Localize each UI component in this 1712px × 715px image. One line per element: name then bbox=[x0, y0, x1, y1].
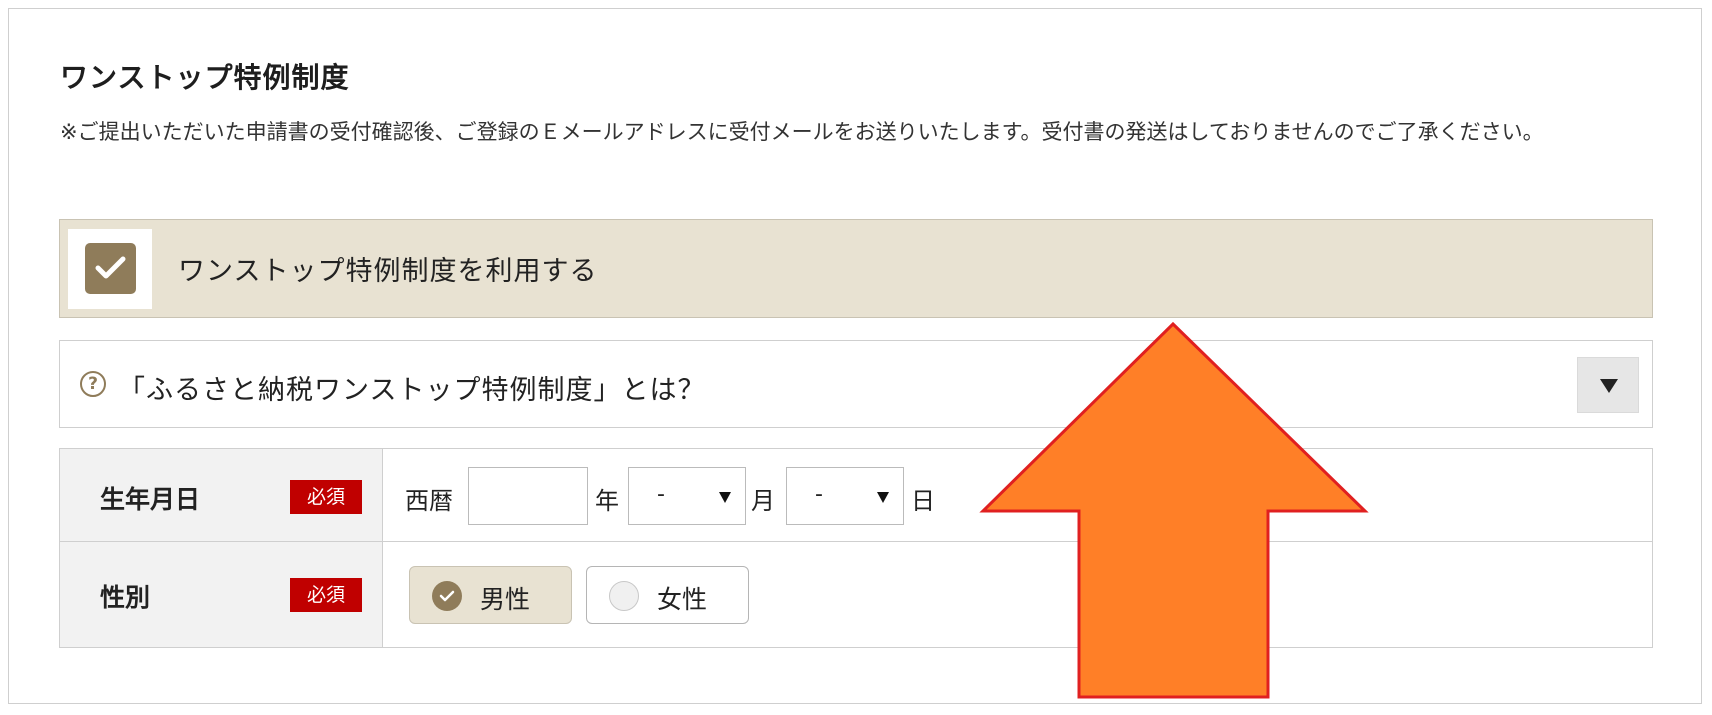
up-arrow-annotation-icon bbox=[979, 321, 1369, 699]
